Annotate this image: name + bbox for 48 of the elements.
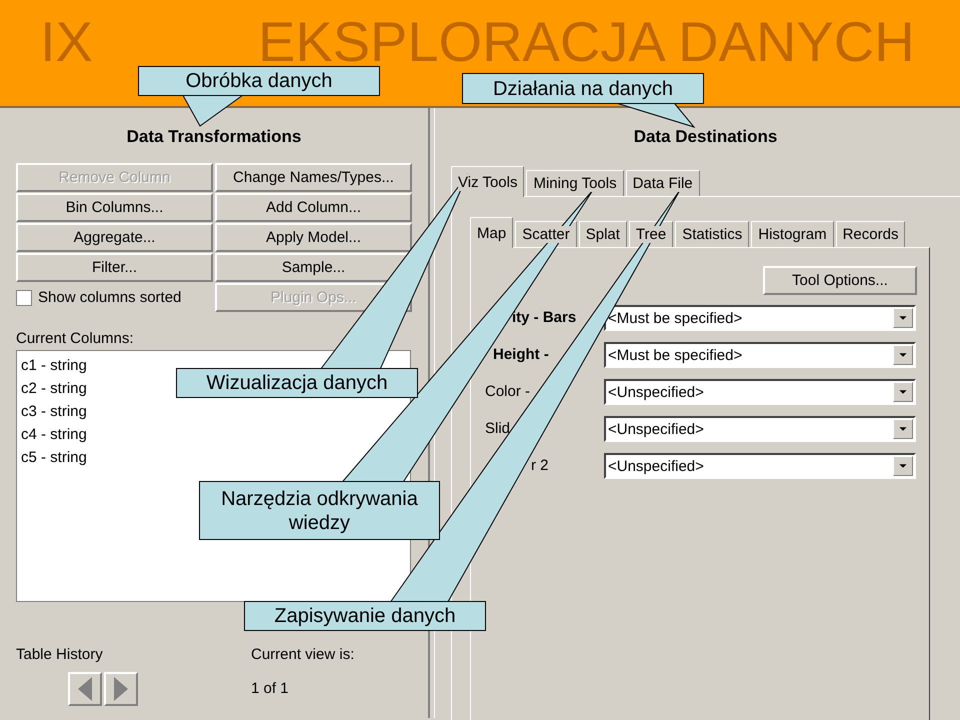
list-item[interactable]: c2 - string — [21, 377, 87, 400]
tab[interactable]: Data File — [626, 170, 700, 196]
callout: Wizualizacja danych — [176, 368, 418, 398]
tab[interactable]: Map — [470, 217, 514, 248]
field-label: ity - Bars — [512, 308, 576, 328]
panel-title: Data Transformations — [126, 127, 302, 146]
panel-title: Data Destinations — [634, 127, 778, 146]
checkbox-label: Show columns sorted — [38, 289, 182, 306]
back-button[interactable] — [68, 672, 102, 706]
tool-options-button[interactable]: Tool Options... — [763, 266, 917, 295]
left-triangle-icon — [77, 677, 93, 701]
field-label: r 2 — [531, 456, 549, 476]
forward-button[interactable] — [104, 672, 138, 706]
list-label: Current Columns: — [16, 330, 134, 347]
tab[interactable]: Viz Tools — [451, 166, 524, 197]
tab[interactable]: Splat — [578, 221, 627, 247]
action-button[interactable]: Bin Columns... — [16, 193, 213, 222]
tab[interactable]: Mining Tools — [526, 170, 624, 196]
dropdown[interactable]: <Unspecified> — [604, 416, 916, 442]
tab[interactable]: Statistics — [675, 221, 750, 247]
action-button[interactable]: Filter... — [16, 253, 213, 282]
list-item[interactable]: c5 - string — [21, 446, 87, 469]
right-triangle-icon — [113, 677, 129, 701]
list-item[interactable]: c4 - string — [21, 423, 87, 446]
dropdown[interactable]: <Must be specified> — [604, 305, 916, 331]
history-label: Table History — [16, 646, 103, 663]
list-item[interactable]: c3 - string — [21, 400, 87, 423]
view-count: 1 of 1 — [251, 680, 289, 697]
action-button[interactable]: Apply Model... — [215, 223, 412, 252]
action-button[interactable]: Aggregate... — [16, 223, 213, 252]
checkbox[interactable] — [16, 290, 32, 306]
tab[interactable]: Tree — [628, 221, 674, 247]
action-button[interactable]: Add Column... — [215, 193, 412, 222]
action-button[interactable]: Change Names/Types... — [215, 163, 412, 192]
list-item[interactable]: c1 - string — [21, 354, 87, 377]
dropdown[interactable]: <Must be specified> — [604, 342, 916, 368]
field-label: Slid — [485, 419, 510, 439]
field-label: Height - — [493, 345, 549, 365]
field-label: Color - — [485, 382, 530, 402]
callout: Zapisywanie danych — [244, 601, 486, 631]
dropdown[interactable]: <Unspecified> — [604, 453, 916, 479]
tab[interactable]: Histogram — [751, 221, 834, 247]
dropdown[interactable]: <Unspecified> — [604, 379, 916, 405]
view-label: Current view is: — [251, 646, 354, 663]
tab[interactable]: Scatter — [515, 221, 577, 247]
slide-number: IX — [40, 14, 94, 70]
callout: Narzędzia odkrywania wiedzy — [199, 481, 440, 540]
tab[interactable]: Records — [836, 221, 906, 247]
